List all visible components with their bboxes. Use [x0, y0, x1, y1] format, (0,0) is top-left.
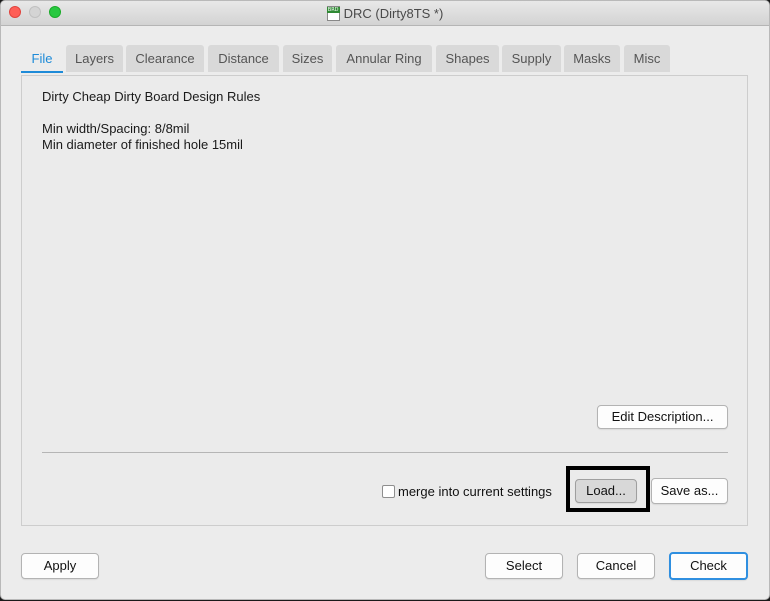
tab-supply[interactable]: Supply — [502, 45, 561, 72]
tab-misc[interactable]: Misc — [624, 45, 670, 72]
file-tab-panel: Dirty Cheap Dirty Board Design Rules Min… — [21, 75, 748, 526]
check-button[interactable]: Check — [669, 552, 748, 580]
load-button[interactable]: Load... — [575, 479, 637, 503]
rules-description: Dirty Cheap Dirty Board Design Rules Min… — [42, 89, 260, 153]
window-title-group: BRD DRC (Dirty8TS *) — [1, 1, 769, 25]
tab-shapes[interactable]: Shapes — [436, 45, 499, 72]
tab-file[interactable]: File — [21, 45, 63, 73]
tab-annular-ring[interactable]: Annular Ring — [336, 45, 432, 72]
edit-description-button[interactable]: Edit Description... — [597, 405, 728, 429]
title-bar[interactable]: BRD DRC (Dirty8TS *) — [1, 1, 769, 26]
description-line-hole-diameter: Min diameter of finished hole 15mil — [42, 137, 243, 152]
tab-layers[interactable]: Layers — [66, 45, 123, 72]
tab-clearance[interactable]: Clearance — [126, 45, 204, 72]
description-line-width-spacing: Min width/Spacing: 8/8mil — [42, 121, 190, 136]
description-title: Dirty Cheap Dirty Board Design Rules — [42, 89, 261, 104]
tab-masks[interactable]: Masks — [564, 45, 620, 72]
select-button[interactable]: Select — [485, 553, 563, 579]
merge-option: merge into current settings — [382, 483, 552, 499]
merge-checkbox[interactable] — [382, 484, 395, 498]
tab-sizes[interactable]: Sizes — [283, 45, 332, 72]
panel-divider — [42, 452, 728, 453]
tab-distance[interactable]: Distance — [208, 45, 279, 72]
brd-file-icon: BRD — [326, 5, 340, 21]
cancel-button[interactable]: Cancel — [577, 553, 655, 579]
merge-label[interactable]: merge into current settings — [398, 484, 552, 499]
drc-dialog-window: BRD DRC (Dirty8TS *) File Layers Clearan… — [0, 0, 770, 600]
brd-badge: BRD — [326, 6, 340, 13]
window-title: DRC (Dirty8TS *) — [343, 5, 444, 21]
apply-button[interactable]: Apply — [21, 553, 99, 579]
save-as-button[interactable]: Save as... — [651, 478, 728, 504]
